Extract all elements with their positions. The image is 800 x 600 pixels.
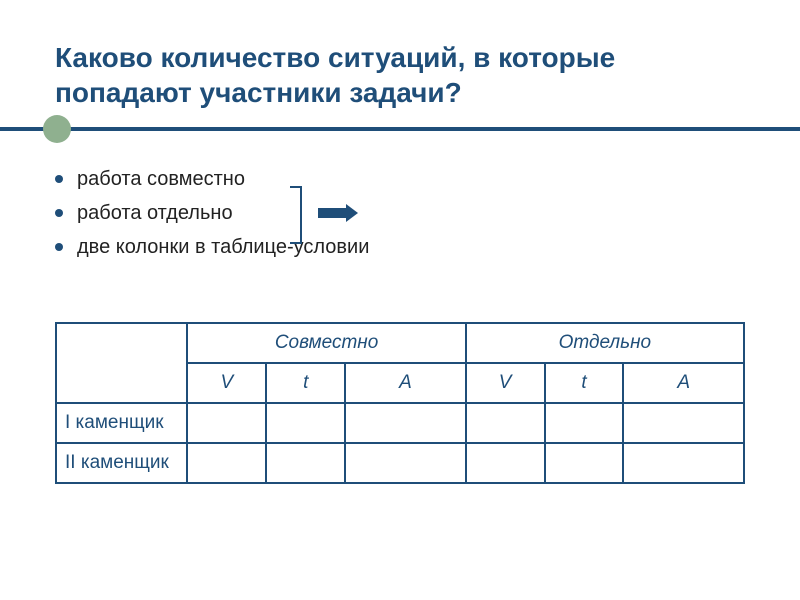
bullet-item: работа совместно (55, 162, 745, 196)
table-header-col: A (623, 363, 744, 403)
bullet-text: работа отдельно (77, 196, 233, 230)
table-cell (466, 403, 545, 443)
table-cell (345, 443, 466, 483)
table-cell (623, 443, 744, 483)
table-cell (466, 443, 545, 483)
table-header-group: Совместно (187, 323, 465, 363)
bullet-text: работа совместно (77, 162, 245, 196)
table-cell (545, 403, 624, 443)
bullet-list: работа совместно работа отдельно две кол… (55, 162, 745, 264)
bullet-item: две колонки в таблице-условии (55, 230, 745, 264)
table-row-label: II каменщик (56, 443, 187, 483)
table-cell (623, 403, 744, 443)
table-header-group: Отдельно (466, 323, 744, 363)
bullet-text: две колонки в таблице-условии (77, 230, 369, 264)
slide-title: Каково количество ситуаций, в которые по… (55, 40, 745, 110)
table-header-col: V (187, 363, 266, 403)
table-cell (266, 403, 345, 443)
title-divider (55, 124, 745, 134)
table-row-label: I каменщик (56, 403, 187, 443)
table-cell (345, 403, 466, 443)
table-cell (266, 443, 345, 483)
table-cell (187, 443, 266, 483)
situation-table: Совместно Отдельно V t A V t A I каменщи… (55, 322, 745, 484)
table-cell (545, 443, 624, 483)
table-cell (187, 403, 266, 443)
table-header-col: A (345, 363, 466, 403)
table-header-col: t (266, 363, 345, 403)
bullet-item: работа отдельно (55, 196, 745, 230)
table-header-col: V (466, 363, 545, 403)
table-header-col: t (545, 363, 624, 403)
